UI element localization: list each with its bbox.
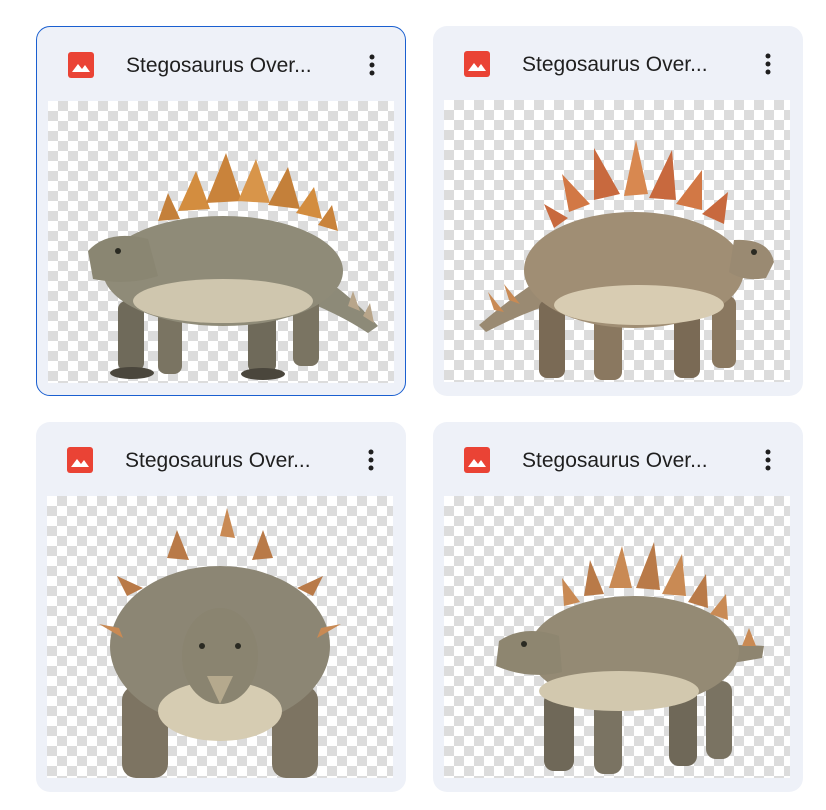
image-file-icon (464, 51, 490, 77)
file-card-header: Stegosaurus Over... (433, 422, 803, 496)
stegosaurus-front-image (99, 508, 341, 778)
more-options-button[interactable] (354, 47, 390, 83)
file-card-header: Stegosaurus Over... (433, 26, 803, 100)
file-grid: Stegosaurus Over... Stegosaurus Over... … (0, 0, 826, 810)
file-thumbnail[interactable] (48, 101, 394, 383)
more-vert-icon (368, 449, 374, 471)
image-file-icon (464, 447, 490, 473)
more-vert-icon (765, 449, 771, 471)
file-title: Stegosaurus Over... (125, 449, 311, 472)
file-card[interactable]: Stegosaurus Over... (36, 26, 406, 396)
more-options-button[interactable] (750, 442, 786, 478)
more-vert-icon (369, 54, 375, 76)
file-card[interactable]: Stegosaurus Over... (433, 422, 803, 792)
image-file-icon (68, 52, 94, 78)
file-card[interactable]: Stegosaurus Over... (36, 422, 406, 792)
file-thumbnail[interactable] (47, 496, 393, 778)
stegosaurus-left-profile-image (88, 153, 378, 380)
more-vert-icon (765, 53, 771, 75)
stegosaurus-right-profile-image (479, 140, 774, 380)
image-file-icon (67, 447, 93, 473)
file-title: Stegosaurus Over... (522, 53, 708, 76)
file-title: Stegosaurus Over... (522, 449, 708, 472)
file-card[interactable]: Stegosaurus Over... (433, 26, 803, 396)
file-card-header: Stegosaurus Over... (37, 27, 405, 101)
file-thumbnail[interactable] (444, 100, 790, 382)
file-title: Stegosaurus Over... (126, 54, 312, 77)
file-thumbnail[interactable] (444, 496, 790, 778)
more-options-button[interactable] (353, 442, 389, 478)
stegosaurus-three-quarter-image (496, 542, 764, 774)
file-card-header: Stegosaurus Over... (36, 422, 406, 496)
more-options-button[interactable] (750, 46, 786, 82)
